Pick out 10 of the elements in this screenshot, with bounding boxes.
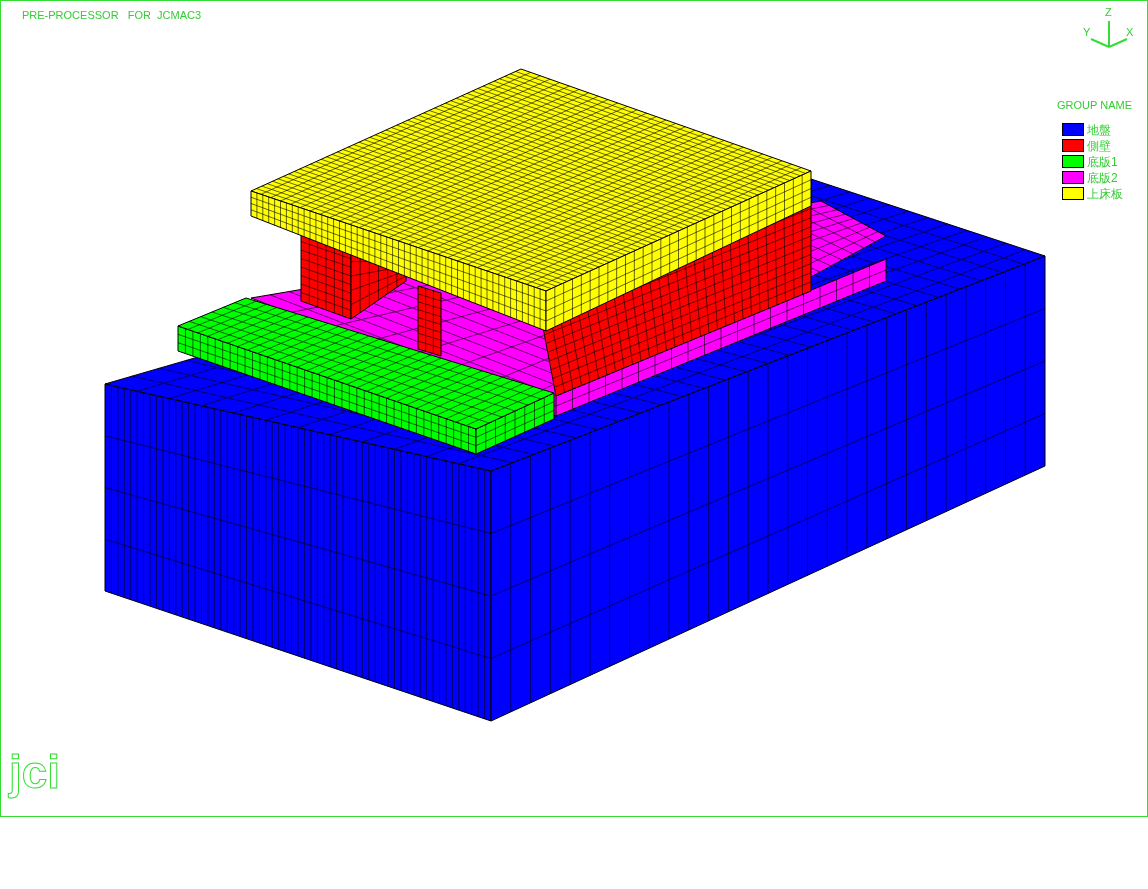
legend-label: 底版1 [1087, 155, 1118, 168]
legend-label: 側壁 [1087, 139, 1111, 152]
legend-label: 底版2 [1087, 171, 1118, 184]
legend-label: 上床板 [1087, 187, 1123, 200]
axis-label: Z [1105, 7, 1112, 18]
axis-label: Y [1083, 27, 1091, 38]
legend-label: 地盤 [1087, 123, 1111, 136]
axis-label: X [1126, 27, 1134, 38]
legend-title: GROUP NAME [1057, 98, 1132, 113]
window-title: PRE-PROCESSOR FOR JCMAC3 [22, 8, 202, 23]
